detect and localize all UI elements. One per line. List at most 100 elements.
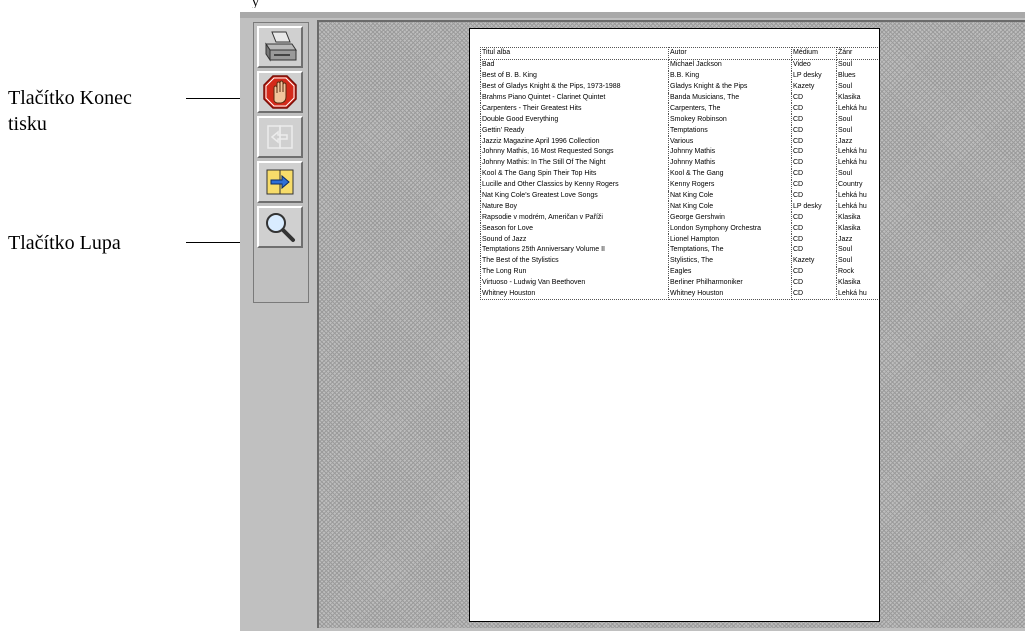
cell-title: Jazziz Magazine April 1996 Collection xyxy=(480,136,669,148)
cell-genre: Lehká hu xyxy=(836,190,879,202)
cell-title: Gettin' Ready xyxy=(480,125,669,137)
table-row: Best of B. B. King B.B. King LP desky Blues xyxy=(480,70,879,82)
cell-author: Berliner Philharmoniker xyxy=(668,277,792,289)
table-row: Nat King Cole's Greatest Love Songs Nat K… xyxy=(480,190,879,202)
cell-title: Johnny Mathis: In The Still Of The Night xyxy=(480,157,669,169)
book-forward-icon xyxy=(266,169,294,195)
table-row: Virtuoso - Ludwig Van Beethoven Berliner … xyxy=(480,277,879,289)
table-row: Kool & The Gang Spin Their Top Hits Kool … xyxy=(480,168,879,180)
cell-genre: Lehká hu xyxy=(836,157,879,169)
cell-title: Johnny Mathis, 16 Most Requested Songs xyxy=(480,147,669,158)
cell-genre: Soul xyxy=(836,245,879,256)
cell-title: Carpenters - Their Greatest Hits xyxy=(480,103,669,115)
cell-title: Temptations 25th Anniversary Volume II xyxy=(480,245,669,256)
table-row: Double Good Everything Smokey Robinson CD S… xyxy=(480,114,879,126)
cell-genre: Klasika xyxy=(836,277,879,289)
cell-author: Eagles xyxy=(668,266,792,278)
cell-medium: CD xyxy=(791,136,837,148)
cell-author: Nat King Cole xyxy=(668,201,792,213)
lupa-callout-label: Tlačítko Lupa xyxy=(8,232,121,254)
cell-title: Best of B. B. King xyxy=(480,70,669,82)
cell-author: Kenny Rogers xyxy=(668,179,792,191)
print-button[interactable] xyxy=(257,26,303,68)
preview-area[interactable]: Titul alba Autor Médium Žánr Bad Michael … xyxy=(317,20,1025,628)
cell-author: Stylistics, The xyxy=(668,255,792,267)
table-row: Rapsodie v modrém, Američan v Paříži Geor… xyxy=(480,212,879,224)
column-header-genre: Žánr xyxy=(836,47,879,60)
report-table: Titul alba Autor Médium Žánr Bad Michael … xyxy=(480,47,879,301)
cell-title: The Best of the Stylistics xyxy=(480,255,669,267)
table-row: Lucille and Other Classics by Kenny Roge… xyxy=(480,179,879,191)
previous-page-button[interactable] xyxy=(257,116,303,158)
table-row: Jazziz Magazine April 1996 Collection Var… xyxy=(480,136,879,148)
cell-author: Whitney Houston xyxy=(668,288,792,301)
cell-genre: Lehká hu xyxy=(836,147,879,158)
cell-genre: Klasika xyxy=(836,92,879,104)
cell-genre: Soul xyxy=(836,114,879,126)
konec-callout-label: Tlačítko Konec tisku xyxy=(8,85,132,137)
cell-title: Nature Boy xyxy=(480,201,669,213)
next-page-button[interactable] xyxy=(257,161,303,203)
cell-medium: CD xyxy=(791,168,837,180)
table-row: Best of Gladys Knight & the Pips, 1973-1… xyxy=(480,81,879,93)
konec-callout-line xyxy=(186,98,246,99)
book-back-icon xyxy=(267,125,293,149)
cell-medium: LP desky xyxy=(791,70,837,82)
cell-author: Michael Jackson xyxy=(668,59,792,71)
cell-medium: Kazety xyxy=(791,255,837,267)
cell-genre: Lehká hu xyxy=(836,103,879,115)
zoom-button[interactable] xyxy=(257,206,303,248)
cell-medium: CD xyxy=(791,223,837,235)
cell-medium: CD xyxy=(791,245,837,256)
cell-genre: Lehká hu xyxy=(836,201,879,213)
table-header-row: Titul alba Autor Médium Žánr xyxy=(480,47,879,60)
column-header-title: Titul alba xyxy=(480,47,669,60)
cell-title: Brahms Piano Quintet - Clarinet Quintet xyxy=(480,92,669,104)
cell-genre: Klasika xyxy=(836,212,879,224)
table-row: Brahms Piano Quintet - Clarinet Quintet B… xyxy=(480,92,879,104)
table-row: Season for Love London Symphony Orchestra… xyxy=(480,223,879,235)
cell-genre: Country xyxy=(836,179,879,191)
report-page: Titul alba Autor Médium Žánr Bad Michael … xyxy=(469,28,880,622)
konec-callout-line1: Tlačítko Konec xyxy=(8,87,132,109)
cell-medium: CD xyxy=(791,266,837,278)
cell-title: Best of Gladys Knight & the Pips, 1973-1… xyxy=(480,81,669,93)
cell-author: Lionel Hampton xyxy=(668,234,792,246)
cell-title: The Long Run xyxy=(480,266,669,278)
stop-hand-icon xyxy=(263,75,297,109)
cell-medium: CD xyxy=(791,103,837,115)
preview-toolbar xyxy=(253,22,309,303)
cell-medium: CD xyxy=(791,114,837,126)
konec-callout-line2: tisku xyxy=(8,113,47,135)
table-row: Nature Boy Nat King Cole LP desky Lehká hu xyxy=(480,201,879,213)
cell-author: Nat King Cole xyxy=(668,190,792,202)
cell-author: Temptations xyxy=(668,125,792,137)
printer-icon xyxy=(265,31,297,62)
table-row: Johnny Mathis, 16 Most Requested Songs Jo… xyxy=(480,147,879,158)
cell-title: Rapsodie v modrém, Američan v Paříži xyxy=(480,212,669,224)
cell-author: Kool & The Gang xyxy=(668,168,792,180)
cell-title: Bad xyxy=(480,59,669,71)
cell-author: London Symphony Orchestra xyxy=(668,223,792,235)
cell-medium: LP desky xyxy=(791,201,837,213)
cell-genre: Lehká hu xyxy=(836,288,879,301)
cell-author: Temptations, The xyxy=(668,245,792,256)
cell-title: Whitney Houston xyxy=(480,288,669,301)
table-row: Sound of Jazz Lionel Hampton CD Jazz xyxy=(480,234,879,246)
cell-title: Season for Love xyxy=(480,223,669,235)
cell-genre: Klasika xyxy=(836,223,879,235)
cell-medium: CD xyxy=(791,190,837,202)
table-row: Gettin' Ready Temptations CD Soul xyxy=(480,125,879,137)
cell-medium: Video xyxy=(791,59,837,71)
cell-genre: Blues xyxy=(836,70,879,82)
table-row: Carpenters - Their Greatest Hits Carpente… xyxy=(480,103,879,115)
cell-medium: CD xyxy=(791,125,837,137)
cell-author: B.B. King xyxy=(668,70,792,82)
table-row: The Best of the Stylistics Stylistics, Th… xyxy=(480,255,879,267)
caption-fragment: y xyxy=(252,0,259,8)
cell-genre: Soul xyxy=(836,255,879,267)
stop-print-button[interactable] xyxy=(257,71,303,113)
cell-genre: Soul xyxy=(836,125,879,137)
cell-medium: CD xyxy=(791,277,837,289)
table-row: Bad Michael Jackson Video Soul xyxy=(480,59,879,71)
